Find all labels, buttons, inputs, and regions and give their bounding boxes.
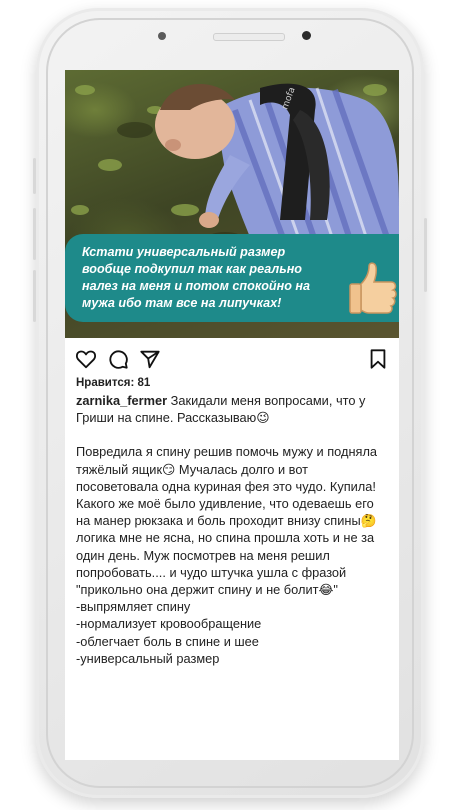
caption-intro: zarnika_fermer Закидали меня вопросами, … <box>76 392 391 426</box>
paper-plane-icon[interactable] <box>139 348 161 370</box>
volume-up-button <box>33 208 36 260</box>
username-link[interactable]: zarnika_fermer <box>76 393 167 408</box>
benefit-list-item: -нормализует кровообращение <box>76 616 262 632</box>
mute-switch <box>33 158 36 194</box>
volume-down-button <box>33 270 36 322</box>
caption-body: Повредила я спину решив помочь мужу и по… <box>76 444 378 598</box>
proximity-sensor <box>302 31 311 40</box>
post-photo: mofa Кстати универсальный размер вообще … <box>65 70 399 338</box>
front-camera <box>158 32 166 40</box>
bookmark-icon[interactable] <box>367 348 389 370</box>
likes-count: Нравится: 81 <box>76 377 151 389</box>
benefit-list-item: -выпрямляет спину <box>76 599 191 615</box>
comment-bubble-icon[interactable] <box>107 348 129 370</box>
benefit-list-item: -облегчает боль в спине и шее <box>76 633 259 649</box>
phone-screen: mofa Кстати универсальный размер вообще … <box>65 70 399 760</box>
heart-icon[interactable] <box>75 348 97 370</box>
power-button <box>424 218 427 292</box>
benefit-list-item: -универсальный размер <box>76 650 220 666</box>
thumbs-up-icon <box>349 262 397 314</box>
post-caption: zarnika_fermer Закидали меня вопросами, … <box>76 392 391 667</box>
earpiece-speaker <box>213 33 285 41</box>
post-action-bar <box>65 338 399 378</box>
